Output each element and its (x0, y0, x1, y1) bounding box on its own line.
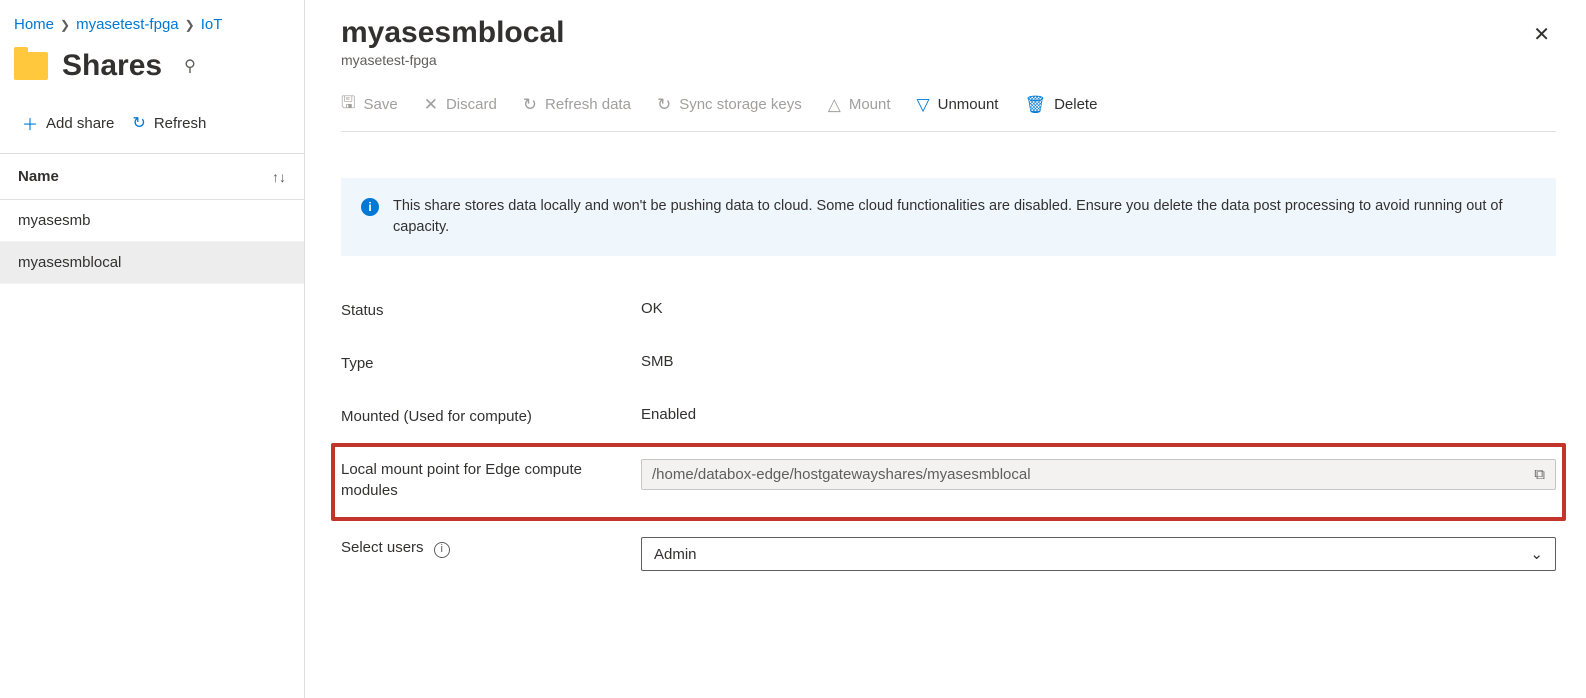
sync-keys-button[interactable]: ↻ Sync storage keys (657, 90, 802, 119)
discard-icon: ✕ (424, 95, 438, 115)
refresh-data-label: Refresh data (545, 96, 631, 113)
select-users-row: Select users i Admin ⌄ (341, 521, 1556, 587)
chevron-down-icon: ⌄ (1530, 545, 1543, 563)
unmount-button[interactable]: ▽ Unmount (917, 90, 999, 119)
discard-label: Discard (446, 96, 497, 113)
refresh-button[interactable]: ↻ Refresh (132, 111, 206, 135)
close-icon: ✕ (1533, 24, 1550, 46)
delete-button[interactable]: 🗑 Delete (1024, 90, 1097, 119)
breadcrumb-home[interactable]: Home (14, 16, 54, 33)
type-row: Type SMB (341, 337, 1556, 390)
status-label: Status (341, 300, 641, 321)
mount-icon: △ (828, 95, 841, 115)
info-message: This share stores data locally and won't… (393, 196, 1536, 238)
unmount-icon: ▽ (917, 95, 930, 115)
mount-label: Mount (849, 96, 891, 113)
share-row[interactable]: myasesmblocal (0, 242, 304, 284)
mountpoint-field[interactable]: /home/databox-edge/hostgatewayshares/mya… (641, 459, 1556, 490)
sort-icon: ↑↓ (272, 169, 286, 185)
type-label: Type (341, 353, 641, 374)
page-header: Shares ⚲ (0, 39, 304, 101)
chevron-right-icon: ❯ (60, 18, 70, 32)
refresh-icon: ↻ (523, 95, 537, 115)
properties: Status OK Type SMB Mounted (Used for com… (341, 284, 1556, 587)
detail-header: myasesmblocal myasetest-fpga ✕ (341, 16, 1556, 68)
plus-icon: ＋ (22, 111, 38, 135)
add-share-button[interactable]: ＋ Add share (22, 111, 114, 135)
breadcrumb: Home ❯ myasetest-fpga ❯ IoT (0, 10, 304, 39)
discard-button[interactable]: ✕ Discard (424, 90, 497, 119)
info-bar: i This share stores data locally and won… (341, 178, 1556, 256)
delete-icon: 🗑 (1024, 95, 1046, 115)
unmount-label: Unmount (938, 96, 999, 113)
delete-label: Delete (1054, 96, 1097, 113)
save-label: Save (363, 96, 397, 113)
sync-keys-label: Sync storage keys (679, 96, 802, 113)
select-users-dropdown[interactable]: Admin ⌄ (641, 537, 1556, 571)
detail-panel: myasesmblocal myasetest-fpga ✕ 🖫 Save ✕ … (305, 0, 1586, 698)
status-row: Status OK (341, 284, 1556, 337)
refresh-label: Refresh (154, 115, 207, 132)
copy-icon[interactable]: ⧉ (1534, 466, 1545, 483)
mountpoint-label: Local mount point for Edge compute modul… (341, 459, 641, 501)
mounted-row: Mounted (Used for compute) Enabled (341, 390, 1556, 443)
select-users-label: Select users i (341, 537, 641, 558)
refresh-icon: ↻ (657, 95, 671, 115)
breadcrumb-tail[interactable]: IoT (201, 16, 223, 33)
mountpoint-value: /home/databox-edge/hostgatewayshares/mya… (652, 466, 1031, 483)
breadcrumb-resource[interactable]: myasetest-fpga (76, 16, 179, 33)
mount-button[interactable]: △ Mount (828, 90, 891, 119)
left-pane: Home ❯ myasetest-fpga ❯ IoT Shares ⚲ ＋ A… (0, 0, 305, 698)
refresh-icon: ↻ (132, 113, 145, 133)
mountpoint-highlight: Local mount point for Edge compute modul… (331, 443, 1566, 521)
pin-icon[interactable]: ⚲ (184, 56, 196, 76)
type-value: SMB (641, 353, 674, 370)
command-bar: 🖫 Save ✕ Discard ↻ Refresh data ↻ Sync s… (341, 90, 1556, 132)
page-title: Shares (62, 49, 162, 83)
mountpoint-row: Local mount point for Edge compute modul… (341, 455, 1556, 505)
info-icon[interactable]: i (434, 542, 450, 558)
refresh-data-button[interactable]: ↻ Refresh data (523, 90, 631, 119)
column-name-label: Name (18, 168, 59, 185)
save-icon: 🖫 (341, 90, 355, 119)
mounted-label: Mounted (Used for compute) (341, 406, 641, 427)
add-share-label: Add share (46, 115, 114, 132)
detail-title: myasesmblocal (341, 16, 564, 50)
save-button[interactable]: 🖫 Save (341, 90, 398, 119)
left-toolbar: ＋ Add share ↻ Refresh (0, 101, 304, 154)
column-header-name[interactable]: Name ↑↓ (0, 154, 304, 200)
share-row[interactable]: myasesmb (0, 200, 304, 242)
folder-icon (14, 52, 48, 80)
info-icon: i (361, 198, 379, 216)
status-value: OK (641, 300, 663, 317)
select-users-value: Admin (654, 546, 697, 563)
mounted-value: Enabled (641, 406, 696, 423)
chevron-right-icon: ❯ (185, 18, 195, 32)
select-users-label-text: Select users (341, 539, 424, 556)
detail-subtitle: myasetest-fpga (341, 52, 564, 68)
close-button[interactable]: ✕ (1527, 16, 1556, 53)
